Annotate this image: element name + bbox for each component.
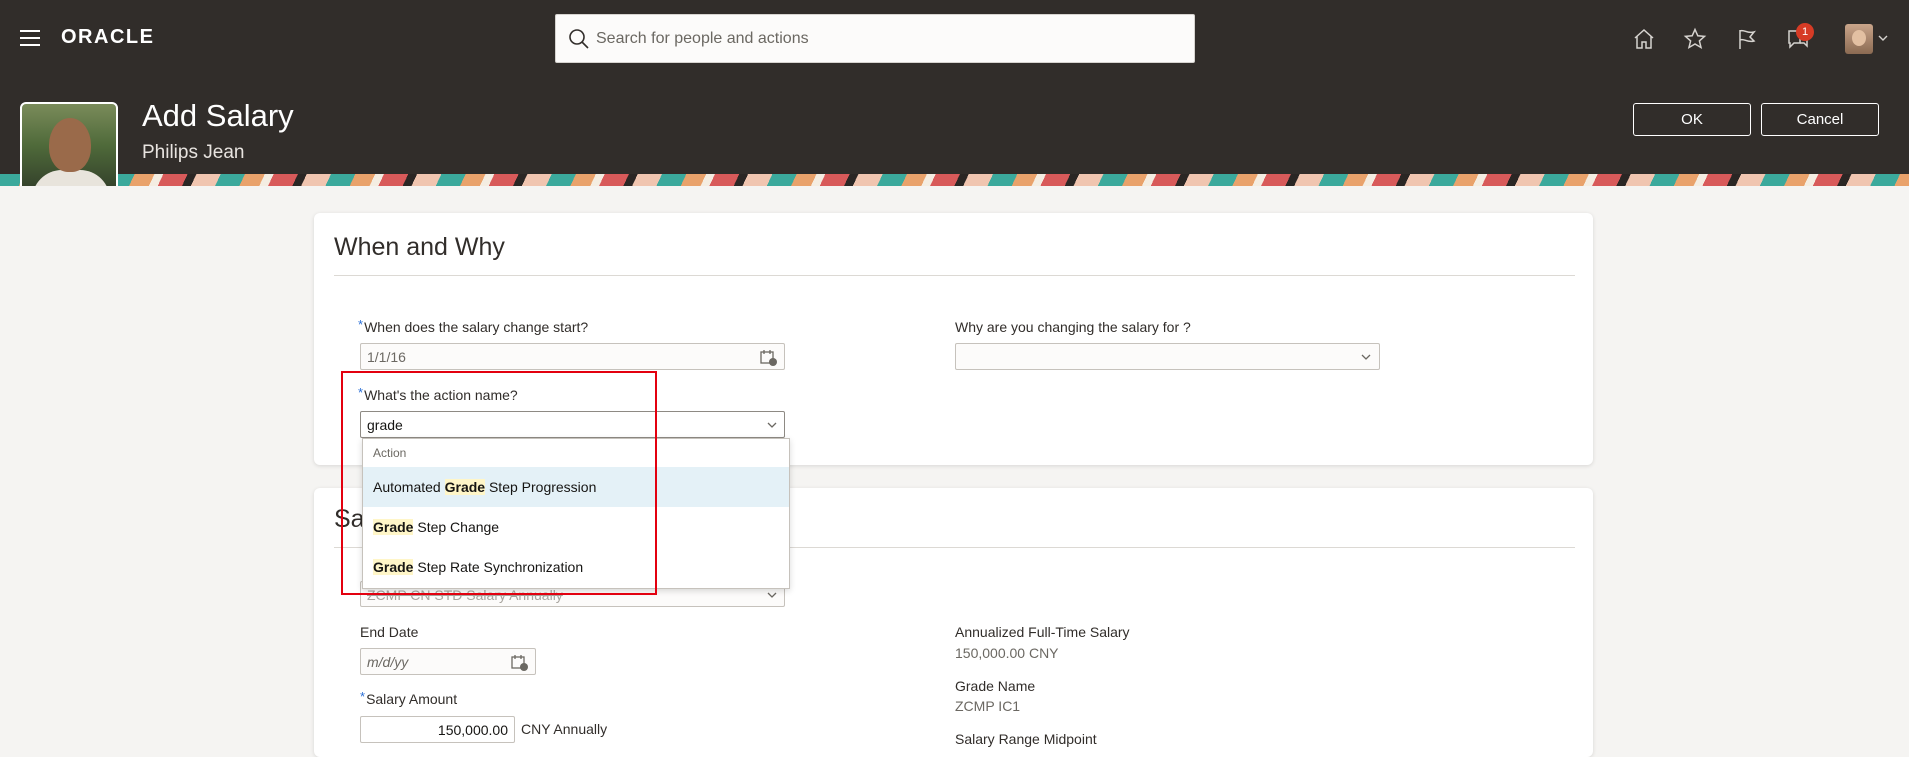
- dropdown-option[interactable]: Grade Step Change: [363, 507, 789, 547]
- star-icon[interactable]: [1683, 27, 1707, 51]
- start-date-label: *When does the salary change start?: [358, 317, 589, 335]
- calendar-icon[interactable]: [511, 654, 529, 672]
- search-input[interactable]: [596, 27, 1176, 51]
- dropdown-header: Action: [373, 446, 407, 460]
- notification-badge: 1: [1796, 23, 1814, 41]
- dropdown-option[interactable]: Grade Step Rate Synchronization: [363, 547, 789, 587]
- when-why-section-title: When and Why: [334, 233, 505, 261]
- salary-amount-input[interactable]: 150,000.00: [360, 716, 515, 743]
- decorative-banner: [0, 174, 1909, 186]
- calendar-icon[interactable]: [760, 349, 778, 367]
- grade-name-value: ZCMP IC1: [955, 698, 1021, 714]
- grade-name-label: Grade Name: [955, 678, 1036, 694]
- chevron-down-icon: [767, 592, 777, 598]
- chevron-down-icon[interactable]: [767, 422, 777, 428]
- section-divider: [334, 275, 1575, 276]
- action-name-input[interactable]: grade: [360, 411, 785, 438]
- oracle-logo[interactable]: ORACLE: [61, 26, 154, 49]
- salary-section-title: Sa: [334, 505, 365, 533]
- action-name-label: *What's the action name?: [358, 385, 518, 403]
- action-suggestions-dropdown: Action Automated Grade Step Progression …: [362, 438, 790, 589]
- menu-icon[interactable]: [20, 30, 40, 46]
- flag-icon[interactable]: [1735, 27, 1759, 51]
- search-icon: [569, 29, 589, 49]
- page-title: Add Salary: [142, 98, 294, 133]
- salary-amount-unit: CNY Annually: [521, 721, 608, 737]
- dropdown-option[interactable]: Automated Grade Step Progression: [363, 467, 789, 507]
- start-date-input[interactable]: 1/1/16: [360, 343, 785, 370]
- chevron-down-icon[interactable]: [1878, 35, 1888, 41]
- annualized-salary-label: Annualized Full-Time Salary: [955, 624, 1130, 640]
- top-bar: ORACLE 1: [0, 0, 1909, 78]
- employee-photo: [20, 102, 118, 198]
- salary-midpoint-label: Salary Range Midpoint: [955, 731, 1097, 747]
- end-date-label: End Date: [360, 624, 419, 640]
- salary-amount-label: *Salary Amount: [360, 689, 458, 707]
- annualized-salary-value: 150,000.00 CNY: [955, 645, 1059, 661]
- user-avatar[interactable]: [1845, 24, 1873, 54]
- employee-name: Philips Jean: [142, 142, 245, 163]
- cancel-button[interactable]: Cancel: [1761, 103, 1879, 136]
- end-date-input[interactable]: m/d/yy: [360, 648, 536, 675]
- reason-select[interactable]: [955, 343, 1380, 370]
- reason-label: Why are you changing the salary for ?: [955, 319, 1191, 335]
- home-icon[interactable]: [1632, 27, 1656, 51]
- chevron-down-icon[interactable]: [1361, 354, 1371, 360]
- search-box[interactable]: [555, 14, 1195, 63]
- ok-button[interactable]: OK: [1633, 103, 1751, 136]
